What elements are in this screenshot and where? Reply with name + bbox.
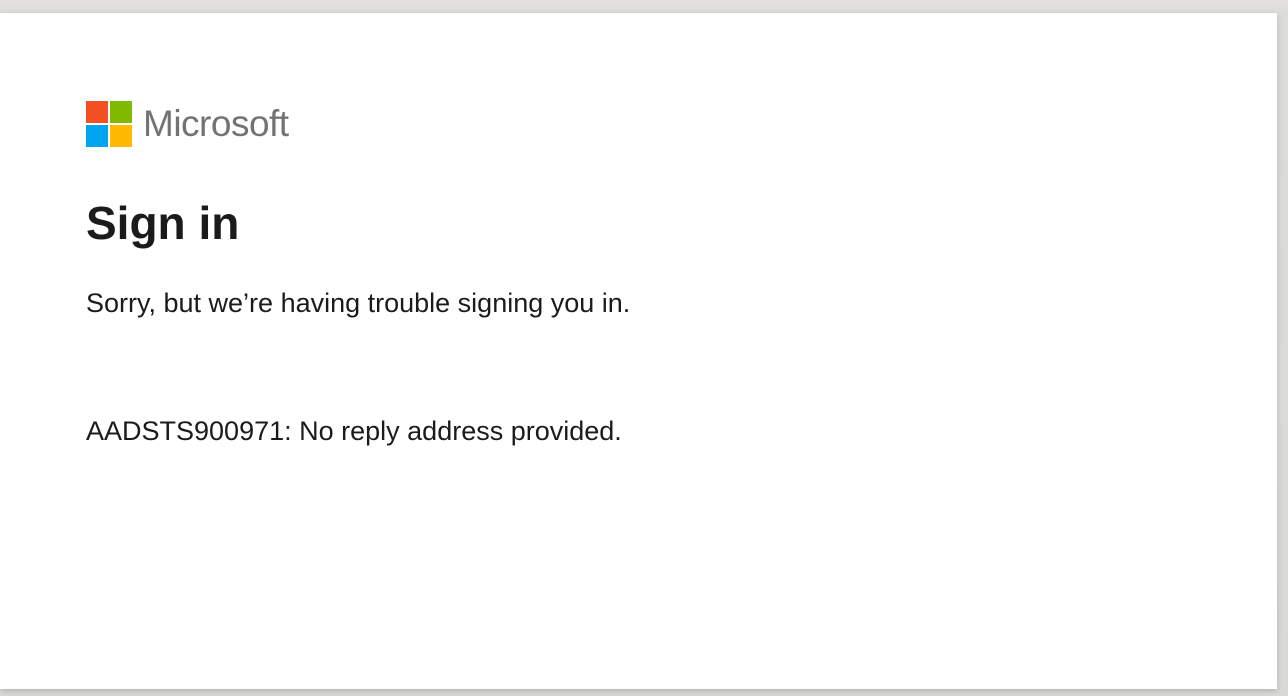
logo-wordmark: Microsoft [143, 103, 289, 144]
sign-in-card: Microsoft Sign in Sorry, but we’re havin… [0, 13, 1277, 689]
microsoft-logo: Microsoft [86, 101, 289, 147]
logo-square-green [110, 101, 132, 123]
error-message: Sorry, but we’re having trouble signing … [86, 288, 631, 318]
logo-square-red [86, 101, 108, 123]
microsoft-logo-icon [86, 101, 132, 147]
logo-square-yellow [110, 125, 132, 147]
logo-square-blue [86, 125, 108, 147]
error-code-text: AADSTS900971: No reply address provided. [86, 416, 622, 446]
page-title: Sign in [86, 197, 240, 249]
